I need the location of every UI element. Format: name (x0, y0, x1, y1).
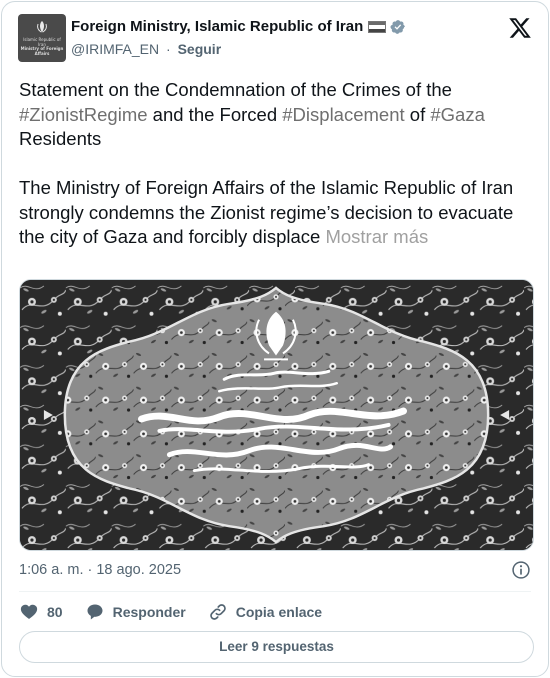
tweet-text-part: of (404, 103, 431, 125)
handle-row: @IRIMFA_EN · Seguir (71, 41, 221, 57)
copy-link-label: Copia enlace (235, 604, 323, 620)
show-more-link[interactable]: Mostrar más (325, 226, 428, 247)
speech-bubble-icon (87, 604, 103, 620)
tweet-text-part: Residents (19, 128, 102, 149)
account-handle[interactable]: @IRIMFA_EN (71, 41, 159, 57)
follow-button[interactable]: Seguir (178, 41, 222, 57)
emblem-artwork (20, 280, 533, 550)
ministry-emblem-image[interactable] (19, 279, 534, 551)
like-count: 80 (47, 604, 63, 620)
divider (19, 591, 531, 592)
iran-flag-icon (368, 20, 387, 33)
account-name[interactable]: Foreign Ministry, Islamic Republic of Ir… (71, 18, 363, 35)
read-replies-button[interactable]: Leer 9 respuestas (19, 631, 534, 663)
tweet-header: Islamic Republic of Iran Ministry of For… (18, 14, 532, 64)
action-bar: 80 Responder Copia enlace (19, 600, 344, 624)
hashtag-displacement[interactable]: #Displacement (282, 104, 404, 125)
reply-button[interactable]: Responder (85, 602, 186, 622)
like-button[interactable]: 80 (19, 602, 63, 622)
info-icon[interactable] (511, 560, 531, 580)
avatar-text-ministry: Ministry of Foreign Affairs (20, 46, 64, 56)
copy-link-button[interactable]: Copia enlace (208, 602, 322, 622)
hashtag-zionistregime[interactable]: #ZionistRegime (19, 104, 148, 125)
emblem-icon (37, 21, 47, 33)
separator-dot: · (166, 41, 171, 57)
account-name-row: Foreign Ministry, Islamic Republic of Ir… (71, 18, 406, 35)
avatar[interactable]: Islamic Republic of Iran Ministry of For… (18, 14, 66, 62)
verified-badge-icon (390, 19, 406, 34)
hashtag-gaza[interactable]: #Gaza (430, 104, 485, 125)
x-logo-icon[interactable] (508, 16, 532, 40)
tweet-timestamp[interactable]: 1:06 a. m. · 18 ago. 2025 (19, 562, 181, 578)
link-icon (209, 604, 226, 620)
tweet-text-part: and the Forced (147, 103, 283, 125)
tweet-text-part: Statement on the Condemnation of the Cri… (19, 79, 458, 100)
heart-icon (20, 604, 38, 619)
reply-label: Responder (112, 604, 186, 620)
tweet-text-body: The Ministry of Foreign Affairs of the I… (19, 177, 514, 247)
tweet-text: Statement on the Condemnation of the Cri… (19, 78, 524, 250)
tweet-card: Islamic Republic of Iran Ministry of For… (1, 1, 549, 677)
